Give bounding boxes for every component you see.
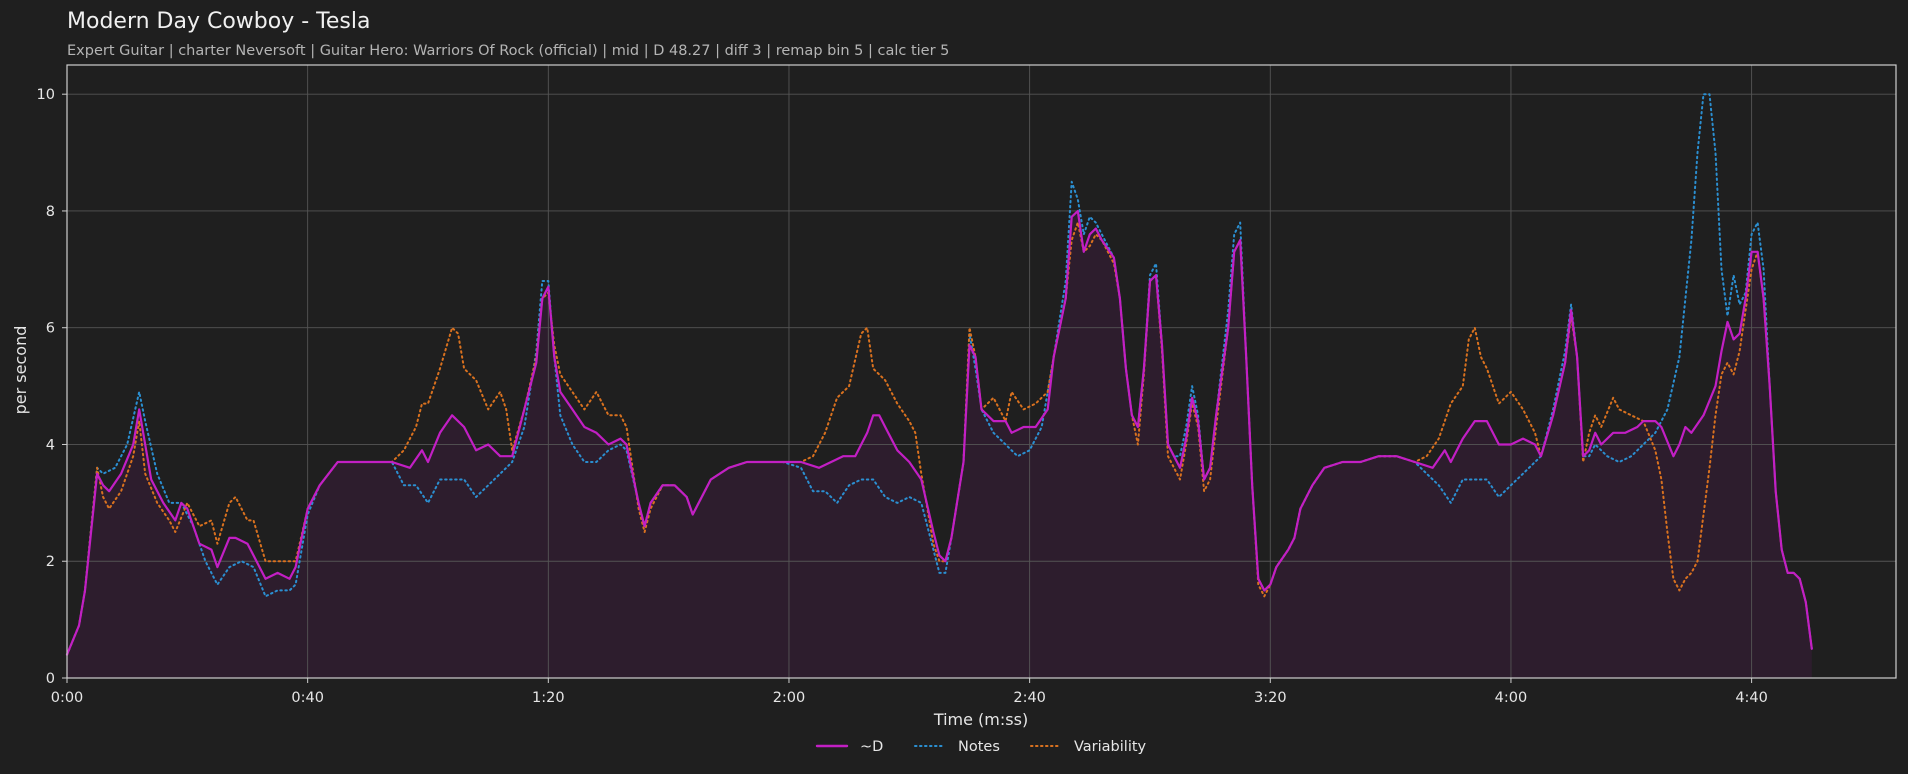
x-tick-label: 1:20	[532, 690, 565, 706]
x-tick-label: 4:00	[1495, 690, 1528, 706]
x-axis: 0:00 0:40 1:20 2:00 2:40 3:20 4:00 4:40	[51, 678, 1768, 706]
y-tick-label: 2	[46, 554, 55, 570]
y-axis-label: per second	[11, 326, 30, 415]
legend-label: Variability	[1074, 739, 1147, 755]
chart-title: Modern Day Cowboy - Tesla	[67, 9, 370, 34]
chart: Modern Day Cowboy - Tesla Expert Guitar …	[11, 9, 1897, 755]
y-tick-label: 6	[46, 321, 55, 337]
y-tick-label: 4	[46, 437, 55, 453]
x-tick-label: 3:20	[1254, 690, 1287, 706]
legend-label: Notes	[958, 739, 1000, 755]
y-axis: 0 2 4 6 8 10	[37, 87, 67, 687]
y-tick-label: 8	[46, 204, 55, 220]
legend-label: ~D	[860, 739, 883, 755]
x-tick-label: 0:40	[291, 690, 324, 706]
y-tick-label: 0	[46, 671, 55, 687]
legend: ~D Notes Variability	[815, 739, 1147, 755]
x-tick-label: 0:00	[51, 690, 84, 706]
chart-subtitle: Expert Guitar | charter Neversoft | Guit…	[67, 43, 949, 59]
x-axis-label: Time (m:ss)	[933, 710, 1028, 729]
x-tick-label: 2:00	[773, 690, 806, 706]
x-tick-label: 2:40	[1013, 690, 1046, 706]
y-tick-label: 10	[37, 87, 55, 103]
x-tick-label: 4:40	[1735, 690, 1768, 706]
plot-area	[65, 64, 1897, 679]
